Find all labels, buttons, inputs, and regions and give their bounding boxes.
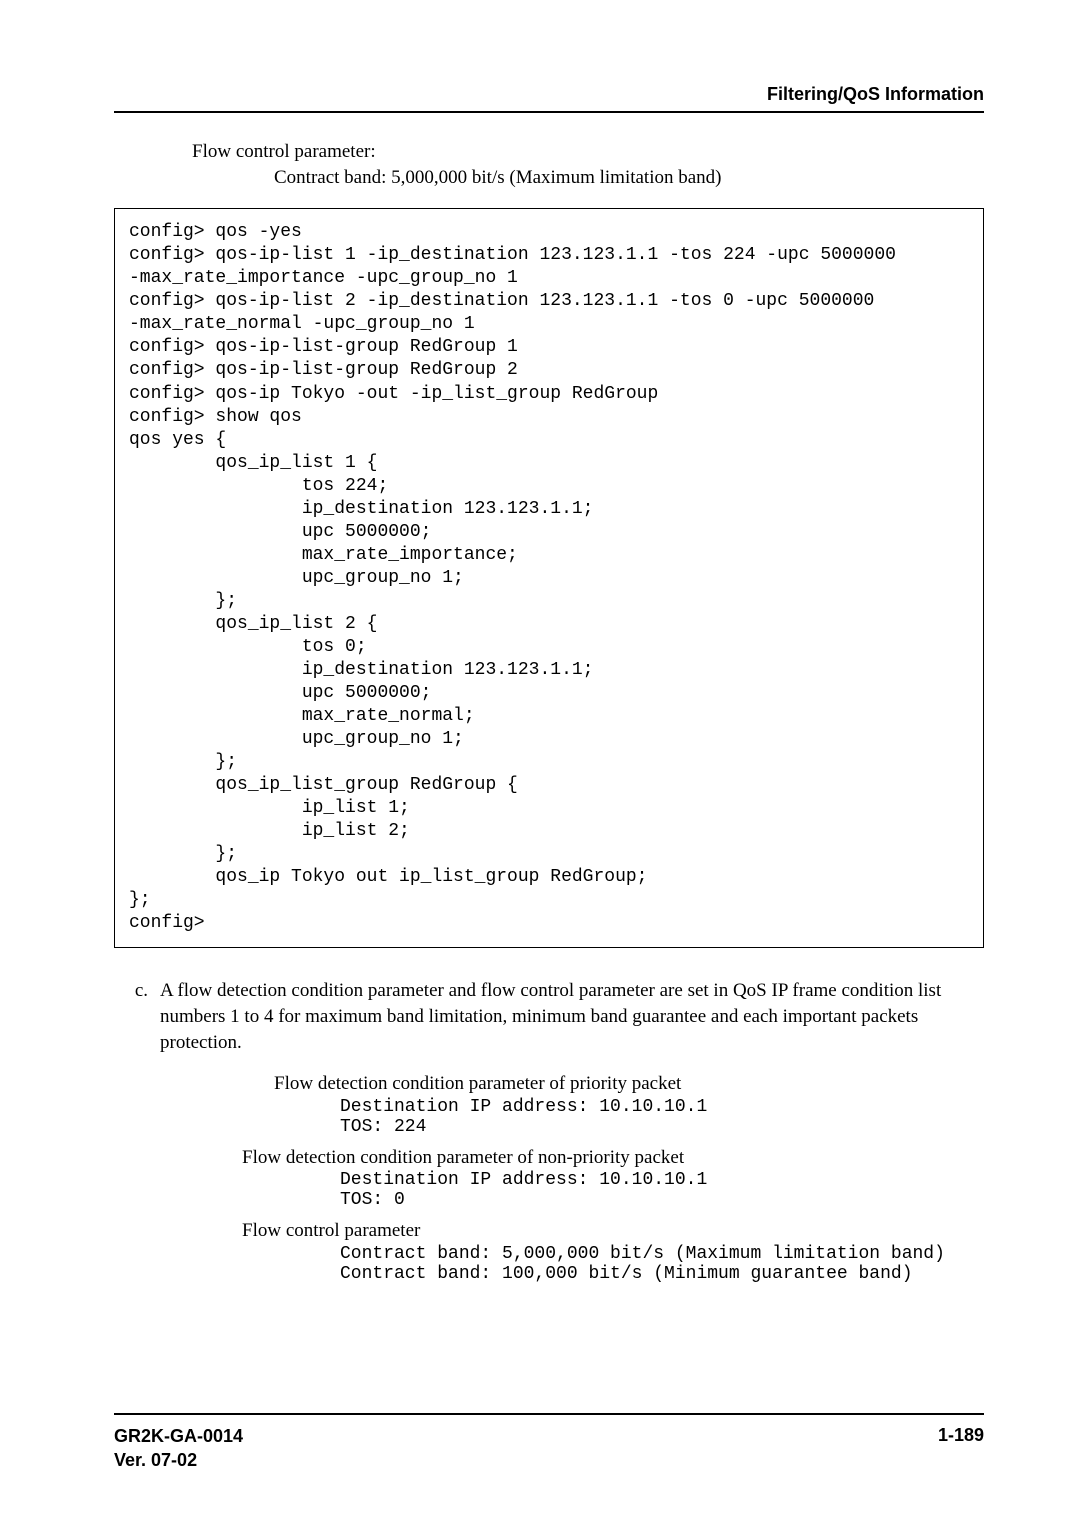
contract-band-min: Contract band: 100,000 bit/s (Minimum gu… xyxy=(340,1264,984,1284)
priority-dest-ip: Destination IP address: 10.10.10.1 xyxy=(340,1097,984,1117)
flow-control-param-title: Flow control parameter xyxy=(242,1218,984,1244)
item-c-label: c. xyxy=(114,978,160,1055)
item-c-text: A flow detection condition parameter and… xyxy=(160,978,984,1055)
page-footer: GR2K-GA-0014 Ver. 07-02 1-189 xyxy=(114,1413,984,1472)
footer-row: GR2K-GA-0014 Ver. 07-02 1-189 xyxy=(114,1425,984,1472)
footer-left: GR2K-GA-0014 Ver. 07-02 xyxy=(114,1425,243,1472)
nonpriority-tos: TOS: 0 xyxy=(340,1190,984,1210)
contract-band-line: Contract band: 5,000,000 bit/s (Maximum … xyxy=(274,165,984,191)
page: Filtering/QoS Information Flow control p… xyxy=(0,0,1080,1528)
contract-band-max: Contract band: 5,000,000 bit/s (Maximum … xyxy=(340,1244,984,1264)
nonpriority-packet-title: Flow detection condition parameter of no… xyxy=(242,1145,984,1171)
config-code-block: config> qos -yes config> qos-ip-list 1 -… xyxy=(114,208,984,948)
item-c: c. A flow detection condition parameter … xyxy=(114,978,984,1055)
doc-version: Ver. 07-02 xyxy=(114,1449,243,1472)
priority-packet-title: Flow detection condition parameter of pr… xyxy=(274,1071,984,1097)
page-number: 1-189 xyxy=(938,1425,984,1472)
footer-rule xyxy=(114,1413,984,1415)
header-rule xyxy=(114,111,984,113)
running-head: Filtering/QoS Information xyxy=(114,84,984,105)
nonpriority-dest-ip: Destination IP address: 10.10.10.1 xyxy=(340,1170,984,1190)
priority-tos: TOS: 224 xyxy=(340,1117,984,1137)
doc-id: GR2K-GA-0014 xyxy=(114,1425,243,1448)
flow-control-param-label: Flow control parameter: xyxy=(192,139,984,165)
